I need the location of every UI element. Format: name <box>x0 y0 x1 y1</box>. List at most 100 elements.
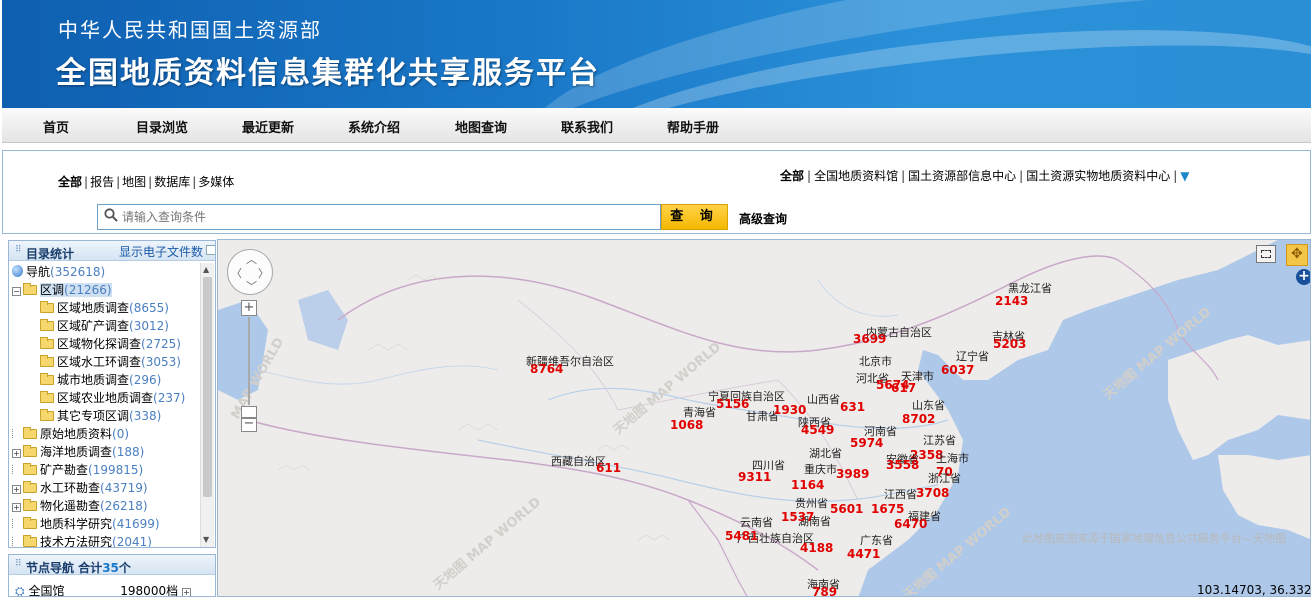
nav-help[interactable]: 帮助手册 <box>667 117 719 136</box>
search-button[interactable]: 查 询 <box>661 204 728 230</box>
filter-database[interactable]: 数据库 <box>154 175 190 189</box>
tree-category[interactable]: 技术方法研究(2041) <box>12 533 152 547</box>
tree-subcategory[interactable]: 区域物化探调查(2725) <box>40 335 181 353</box>
nav-catalog[interactable]: 目录浏览 <box>136 117 188 136</box>
province-label[interactable]: 广东省 <box>860 532 893 548</box>
tree-subcategory[interactable]: 区域地质调查(8655) <box>40 299 169 317</box>
filter-multimedia[interactable]: 多媒体 <box>198 175 234 189</box>
search-input[interactable] <box>122 208 642 226</box>
source-national-archive[interactable]: 全国地质资料馆 <box>814 169 898 183</box>
scroll-thumb[interactable] <box>203 277 212 497</box>
pan-tool-icon[interactable]: ✥ <box>1286 244 1308 266</box>
record-count-label[interactable]: 617 <box>891 381 916 395</box>
province-label[interactable]: 北京市 <box>859 353 892 369</box>
nav-recent[interactable]: 最近更新 <box>242 117 294 136</box>
zoom-in-button[interactable]: + <box>241 300 257 316</box>
record-count-label[interactable]: 3989 <box>836 467 869 481</box>
tree-root[interactable]: 导航(352618) <box>12 263 105 281</box>
layer-expand-icon[interactable]: + <box>1296 269 1310 285</box>
pan-left-icon[interactable]: 〈 <box>231 265 242 281</box>
tree-subcategory[interactable]: 其它专项区调(338) <box>40 407 161 425</box>
record-count-label[interactable]: 2143 <box>995 294 1028 308</box>
source-core-center[interactable]: 国土资源实物地质资料中心 <box>1026 169 1170 183</box>
expand-icon[interactable]: + <box>12 485 21 494</box>
tree-category[interactable]: 矿产勘查(199815) <box>12 461 143 479</box>
province-label[interactable]: 上海市 <box>936 450 969 466</box>
tree-subcategory[interactable]: 城市地质调查(296) <box>40 371 161 389</box>
province-label[interactable]: 云南省 <box>740 514 773 530</box>
province-label[interactable]: 浙江省 <box>928 470 961 486</box>
source-all[interactable]: 全部 <box>780 169 804 183</box>
tree-category[interactable]: 原始地质资料(0) <box>12 425 129 443</box>
map-view[interactable]: 天地图 MAP WORLD 天地图 MAP WORLD 天地图 MAP WORL… <box>217 239 1311 597</box>
record-count-label[interactable]: 789 <box>812 585 837 596</box>
province-label[interactable]: 江西省 <box>884 486 917 502</box>
province-label[interactable]: 湖北省 <box>809 445 842 461</box>
record-count-label[interactable]: 9311 <box>738 470 771 484</box>
record-count-label[interactable]: 5203 <box>993 337 1026 351</box>
expand-icon[interactable]: + <box>12 503 21 512</box>
record-count-label[interactable]: 5601 <box>830 502 863 516</box>
record-count-label[interactable]: 4549 <box>801 423 834 437</box>
province-label[interactable]: 辽宁省 <box>956 348 989 364</box>
record-count-label[interactable]: 3558 <box>886 458 919 472</box>
pan-control[interactable]: ︿ ﹀ 〈 〉 <box>227 249 273 295</box>
zoom-out-button[interactable]: − <box>241 417 257 432</box>
show-files-link[interactable]: 显示电子文件数 <box>119 243 203 260</box>
record-count-label[interactable]: 3708 <box>916 486 949 500</box>
record-count-label[interactable]: 6037 <box>941 363 974 377</box>
tree-category[interactable]: 地质科学研究(41699) <box>12 515 160 533</box>
record-count-label[interactable]: 631 <box>840 400 865 414</box>
province-label[interactable]: 山东省 <box>912 397 945 413</box>
record-count-label[interactable]: 4188 <box>800 541 833 555</box>
advanced-search-link[interactable]: 高级查询 <box>739 210 787 227</box>
source-info-center[interactable]: 国土资源部信息中心 <box>908 169 1016 183</box>
province-label[interactable]: 山西省 <box>807 391 840 407</box>
record-count-label[interactable]: 3699 <box>853 332 886 346</box>
record-count-label[interactable]: 5156 <box>716 397 749 411</box>
record-count-label[interactable]: 8702 <box>902 412 935 426</box>
pan-down-icon[interactable]: ﹀ <box>246 278 257 294</box>
expand-icon[interactable]: + <box>181 588 191 596</box>
record-count-label[interactable]: 1068 <box>670 418 703 432</box>
tree-subcategory[interactable]: 区域水工环调查(3053) <box>40 353 181 371</box>
record-count-label[interactable]: 4471 <box>847 547 880 561</box>
record-count-label[interactable]: 611 <box>596 461 621 475</box>
nav-about[interactable]: 系统介绍 <box>348 117 400 136</box>
node-row[interactable]: ⛭ 全国馆 198000档 + <box>15 582 193 596</box>
catalog-scrollbar[interactable]: ▲ ▼ <box>200 263 214 547</box>
record-count-label[interactable]: 5974 <box>850 436 883 450</box>
scroll-down-icon[interactable]: ▼ <box>203 535 209 544</box>
tree-category[interactable]: + 水工环勘查(43719) <box>12 479 148 497</box>
record-count-label[interactable]: 5481 <box>725 529 758 543</box>
fullextent-icon[interactable] <box>1256 245 1276 263</box>
province-label[interactable]: 贵州省 <box>795 495 828 511</box>
collapse-icon[interactable]: − <box>12 287 21 296</box>
tree-category[interactable]: + 海洋地质调查(188) <box>12 443 144 461</box>
nav-contact[interactable]: 联系我们 <box>561 117 613 136</box>
province-label[interactable]: 江苏省 <box>923 432 956 448</box>
province-label[interactable]: 重庆市 <box>804 461 837 477</box>
record-count-label[interactable]: 1537 <box>781 510 814 524</box>
nav-home[interactable]: 首页 <box>43 117 69 136</box>
record-count-label[interactable]: 8764 <box>530 362 563 376</box>
filter-map[interactable]: 地图 <box>122 175 146 189</box>
pan-up-icon[interactable]: ︿ <box>246 251 257 267</box>
filter-all[interactable]: 全部 <box>58 175 82 189</box>
record-count-label[interactable]: 1675 <box>871 502 904 516</box>
zoom-slider-track[interactable] <box>248 317 250 405</box>
tree-category[interactable]: − 区调(21266) <box>12 281 112 299</box>
record-count-label[interactable]: 6470 <box>894 517 927 531</box>
dropdown-triangle-icon[interactable]: ▼ <box>1180 169 1189 183</box>
filter-report[interactable]: 报告 <box>90 175 114 189</box>
expand-icon[interactable]: + <box>12 449 21 458</box>
tree-category[interactable]: + 物化遥勘查(26218) <box>12 497 148 515</box>
record-count-label[interactable]: 1164 <box>791 478 824 492</box>
tree-subcategory[interactable]: 区域矿产调查(3012) <box>40 317 169 335</box>
nav-map[interactable]: 地图查询 <box>455 117 507 136</box>
show-files-checkbox[interactable] <box>206 245 215 255</box>
pan-right-icon[interactable]: 〉 <box>258 265 269 281</box>
scroll-up-icon[interactable]: ▲ <box>203 265 209 274</box>
tree-subcategory[interactable]: 区域农业地质调查(237) <box>40 389 185 407</box>
tree-label: 原始地质资料 <box>40 427 113 441</box>
